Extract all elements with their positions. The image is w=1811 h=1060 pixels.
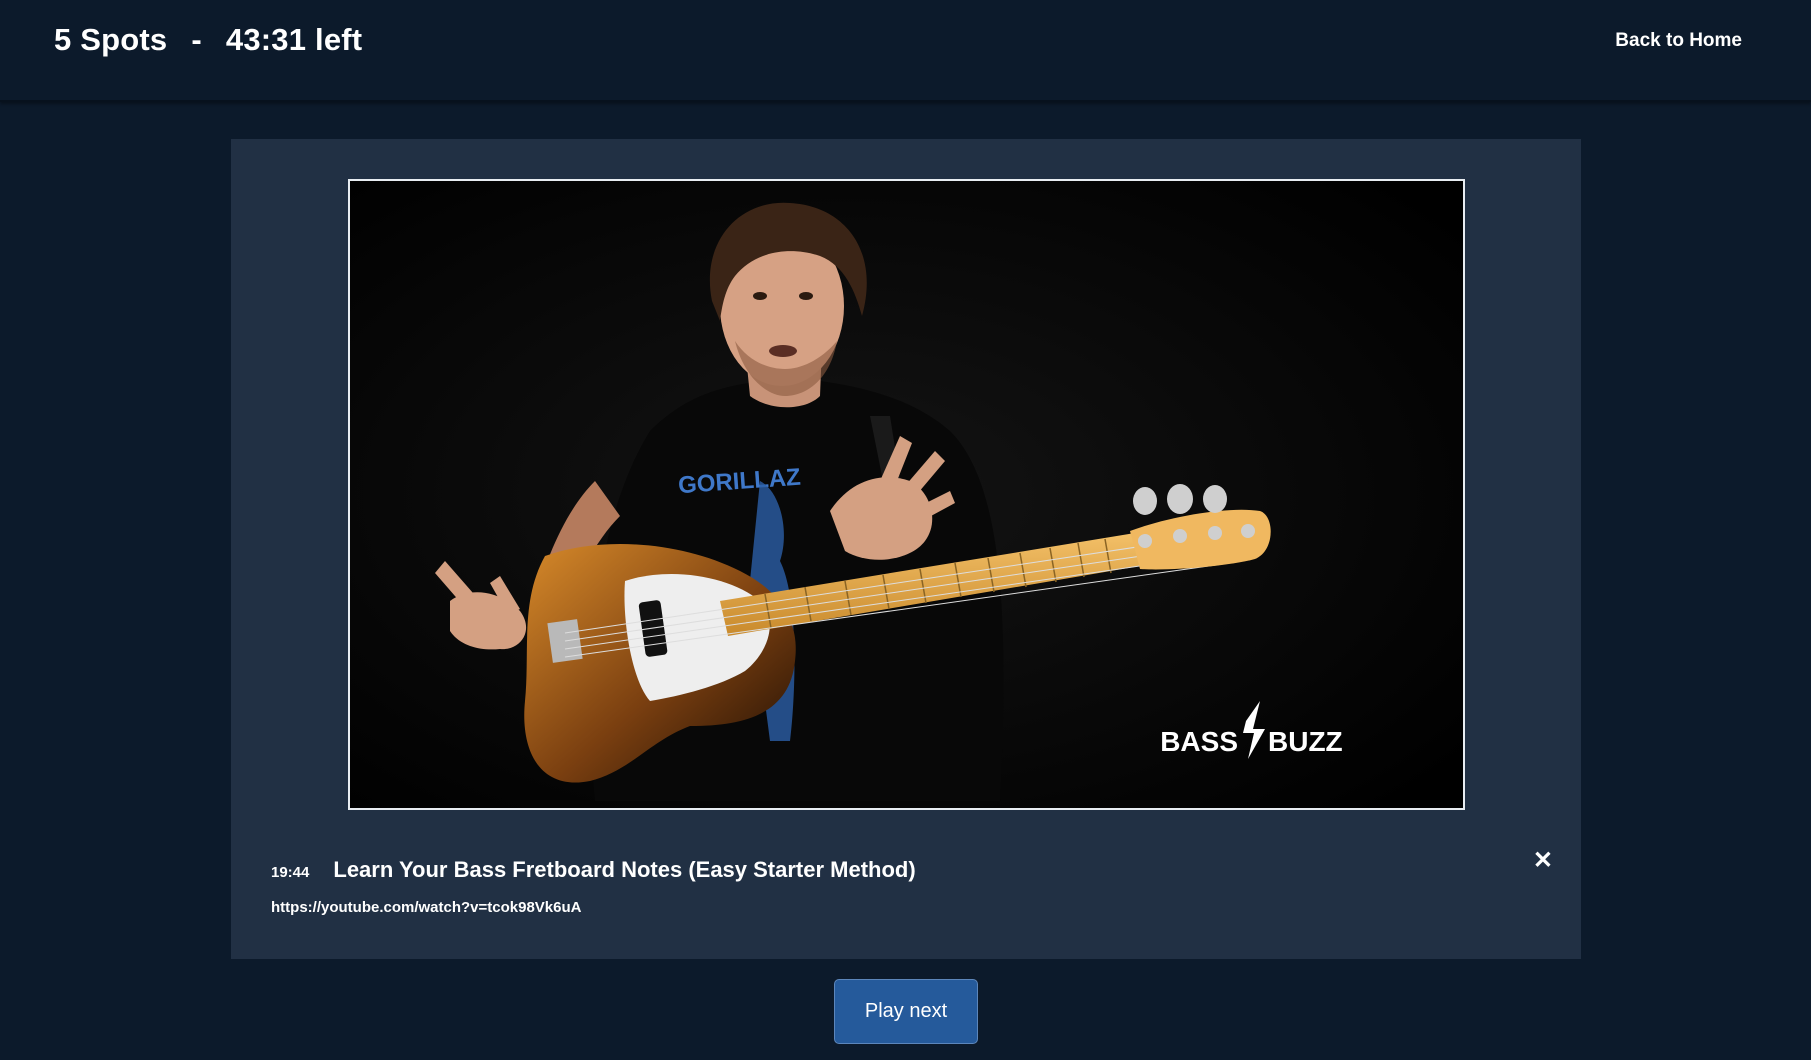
video-url[interactable]: https://youtube.com/watch?v=tcok98Vk6uA <box>271 899 581 916</box>
video-title: Learn Your Bass Fretboard Notes (Easy St… <box>333 857 916 882</box>
video-meta-row: 19:44 Learn Your Bass Fretboard Notes (E… <box>271 857 916 883</box>
time-left: 43:31 left <box>225 22 363 57</box>
play-next-button[interactable]: Play next <box>834 979 978 1044</box>
spots-count: 5 Spots <box>54 22 168 57</box>
status-separator: - <box>191 22 202 57</box>
video-player[interactable]: GORILLAZ BASS BUZZ <box>348 179 1465 810</box>
close-icon[interactable]: ✕ <box>1533 849 1553 873</box>
back-to-home-link[interactable]: Back to Home <box>1615 30 1742 52</box>
logo-text-right: BUZZ <box>1268 726 1343 757</box>
logo-text-left: BASS <box>1160 726 1238 757</box>
video-card: GORILLAZ BASS BUZZ ✕ 19:44 Learn Your Ba… <box>231 139 1581 959</box>
video-duration: 19:44 <box>271 864 310 881</box>
video-thumbnail: GORILLAZ BASS BUZZ <box>350 181 1463 808</box>
session-status: 5 Spots -43:31 left <box>54 22 362 58</box>
top-bar: 5 Spots -43:31 left Back to Home <box>0 0 1811 102</box>
